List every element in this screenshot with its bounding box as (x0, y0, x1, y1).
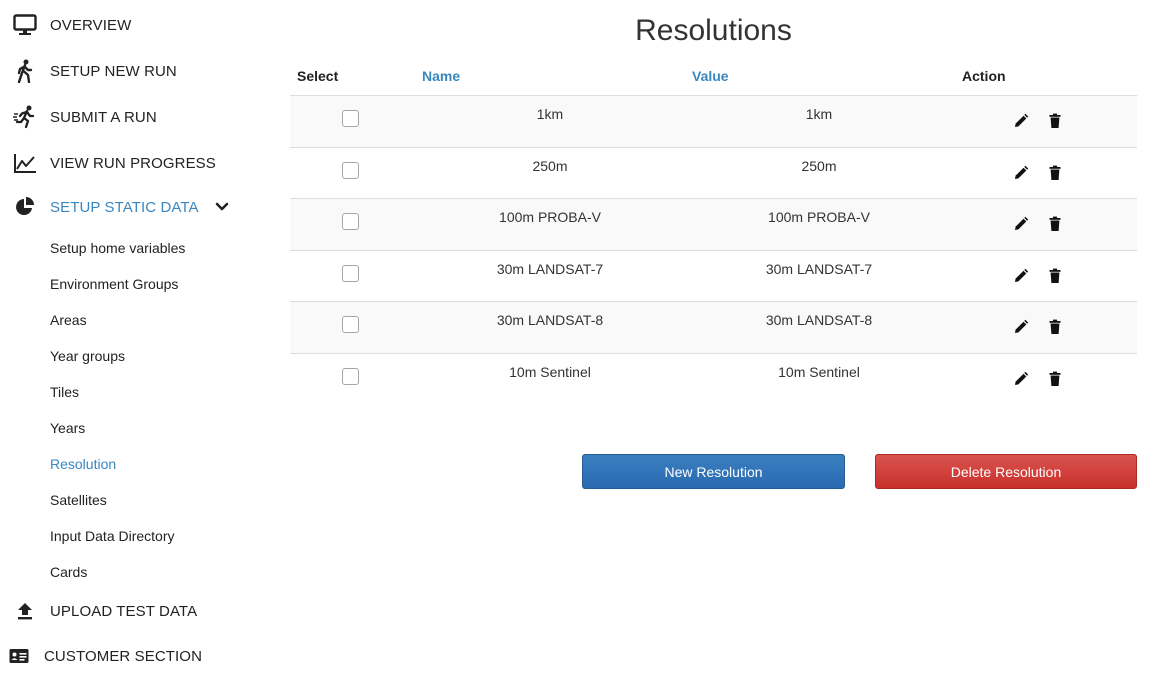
row-name: 30m LANDSAT-8 (496, 312, 604, 329)
row-value: 30m LANDSAT-7 (765, 260, 873, 277)
id-card-icon (6, 643, 32, 669)
nav-overview[interactable]: OVERVIEW (0, 10, 131, 40)
row-select-checkbox[interactable] (342, 161, 359, 179)
nav-setup-new-run[interactable]: SETUP NEW RUN (0, 56, 177, 86)
table-row: 1km 1km (290, 95, 1137, 147)
subnav-tiles[interactable]: Tiles (50, 381, 79, 403)
row-name: 30m LANDSAT-7 (496, 260, 604, 277)
subnav-environment-groups[interactable]: Environment Groups (50, 273, 178, 295)
edit-pencil-icon[interactable] (1013, 268, 1029, 284)
row-select-checkbox[interactable] (342, 213, 359, 231)
row-name: 100m PROBA-V (499, 209, 601, 226)
row-value: 30m LANDSAT-8 (765, 312, 873, 329)
edit-pencil-icon[interactable] (1013, 165, 1029, 181)
column-header-action: Action (962, 68, 1006, 84)
nav-submit-run[interactable]: SUBMIT A RUN (0, 102, 157, 132)
subnav-cards[interactable]: Cards (50, 561, 87, 583)
row-name: 1km (536, 106, 564, 122)
column-header-select: Select (297, 68, 339, 84)
delete-trash-icon[interactable] (1047, 113, 1063, 129)
row-name: 10m Sentinel (509, 363, 591, 380)
upload-icon (12, 598, 38, 624)
subnav-years[interactable]: Years (50, 417, 85, 439)
chevron-down-icon[interactable] (215, 202, 229, 212)
delete-trash-icon[interactable] (1047, 371, 1063, 387)
line-chart-icon (12, 150, 38, 176)
nav-customer-section-label: CUSTOMER SECTION (44, 647, 203, 665)
subnav-satellites[interactable]: Satellites (50, 489, 107, 511)
monitor-icon (12, 12, 38, 38)
subnav-areas[interactable]: Areas (50, 309, 87, 331)
subnav-year-groups[interactable]: Year groups (50, 345, 125, 367)
running-person-icon (12, 104, 38, 130)
delete-trash-icon[interactable] (1047, 319, 1063, 335)
new-resolution-button[interactable]: New Resolution (582, 454, 845, 489)
table-row: 100m PROBA-V 100m PROBA-V (290, 198, 1137, 250)
row-value: 1km (805, 106, 833, 122)
subnav-input-data-directory[interactable]: Input Data Directory (50, 525, 175, 547)
nav-upload-test-data[interactable]: UPLOAD TEST DATA (0, 596, 197, 626)
edit-pencil-icon[interactable] (1013, 113, 1029, 129)
walking-person-icon (12, 58, 38, 84)
edit-pencil-icon[interactable] (1013, 216, 1029, 232)
pie-chart-icon (12, 194, 38, 220)
row-select-checkbox[interactable] (342, 367, 359, 385)
table-row: 30m LANDSAT-8 30m LANDSAT-8 (290, 301, 1137, 353)
row-value: 100m PROBA-V (768, 209, 870, 226)
row-name: 250m (532, 157, 568, 174)
row-select-checkbox[interactable] (342, 110, 359, 127)
nav-upload-test-data-label: UPLOAD TEST DATA (50, 602, 198, 620)
delete-resolution-button[interactable]: Delete Resolution (875, 454, 1137, 489)
column-header-name[interactable]: Name (422, 68, 460, 84)
subnav-resolution[interactable]: Resolution (50, 453, 116, 475)
nav-customer-section[interactable]: CUSTOMER SECTION (0, 641, 202, 671)
nav-view-run-progress-label: VIEW RUN PROGRESS (50, 154, 216, 172)
nav-submit-run-label: SUBMIT A RUN (50, 108, 157, 126)
edit-pencil-icon[interactable] (1013, 371, 1029, 387)
subnav-setup-home-variables[interactable]: Setup home variables (50, 237, 185, 259)
resolutions-table: 1km 1km 250m 250m 100m PROBA-V 100m PROBA-V 30… (290, 95, 1137, 405)
sidebar: OVERVIEW SETUP NEW RUN SUBMIT A RUN VIEW… (0, 0, 270, 677)
table-row: 10m Sentinel 10m Sentinel (290, 352, 1137, 405)
table-row: 30m LANDSAT-7 30m LANDSAT-7 (290, 249, 1137, 302)
row-select-checkbox[interactable] (342, 264, 359, 282)
table-header: Select Name Value Action (290, 62, 1137, 96)
page-title: Resolutions (635, 14, 792, 47)
row-select-checkbox[interactable] (342, 316, 359, 334)
row-value: 10m Sentinel (778, 363, 860, 380)
table-row: 250m 250m (290, 146, 1137, 199)
delete-trash-icon[interactable] (1047, 268, 1063, 284)
row-value: 250m (801, 157, 837, 174)
delete-trash-icon[interactable] (1047, 216, 1063, 232)
column-header-value[interactable]: Value (692, 68, 729, 84)
nav-view-run-progress[interactable]: VIEW RUN PROGRESS (0, 148, 216, 178)
edit-pencil-icon[interactable] (1013, 319, 1029, 335)
delete-trash-icon[interactable] (1047, 165, 1063, 181)
app-root: OVERVIEW SETUP NEW RUN SUBMIT A RUN VIEW… (0, 0, 1157, 677)
nav-overview-label: OVERVIEW (50, 16, 132, 34)
nav-setup-static-data-label: SETUP STATIC DATA (50, 198, 199, 216)
nav-setup-static-data[interactable]: SETUP STATIC DATA (0, 192, 229, 222)
nav-setup-new-run-label: SETUP NEW RUN (50, 62, 177, 80)
